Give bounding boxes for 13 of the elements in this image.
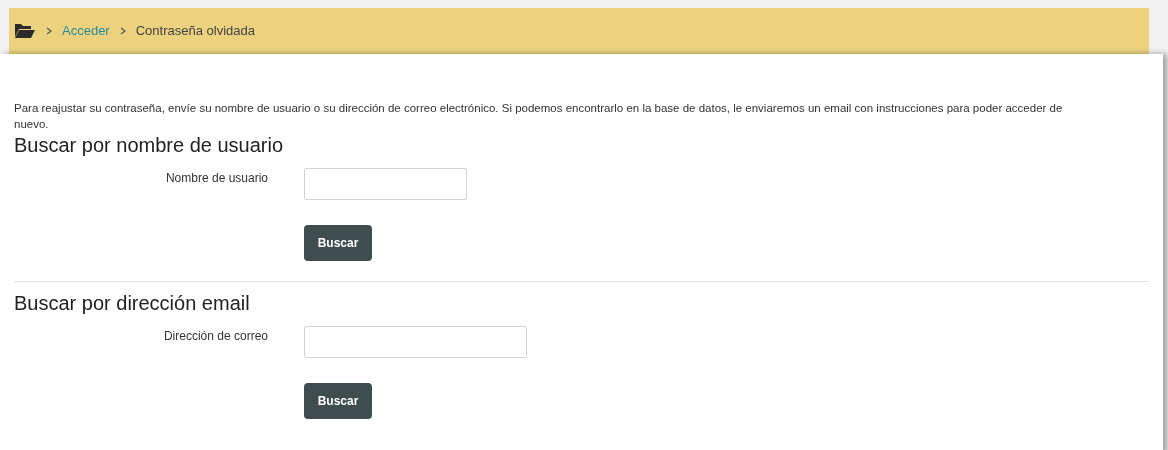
field-label: Dirección de correo — [162, 328, 269, 345]
section-heading: Buscar por dirección email — [14, 291, 251, 316]
breadcrumb-current: Contraseña olvidada — [135, 22, 255, 41]
section-heading: Buscar por nombre de usuario — [14, 133, 285, 158]
field-label: Nombre de usuario — [164, 170, 269, 187]
intro-paragraph: Para reajustar su contraseña, envíe su nombre de usuario o su dirección de correo electrónico. Si podemos encontrarlo en la base de datos, le enviaremos un email con instrucciones para poder acceder de nuevo. — [14, 101, 1064, 132]
folder-icon[interactable] — [14, 23, 36, 39]
chevron-icon — [119, 27, 126, 35]
search-button[interactable]: Buscar — [304, 383, 372, 419]
search-button[interactable]: Buscar — [304, 225, 372, 261]
input-field[interactable] — [304, 168, 467, 200]
input-field[interactable] — [304, 326, 527, 358]
chevron-icon — [46, 27, 52, 35]
